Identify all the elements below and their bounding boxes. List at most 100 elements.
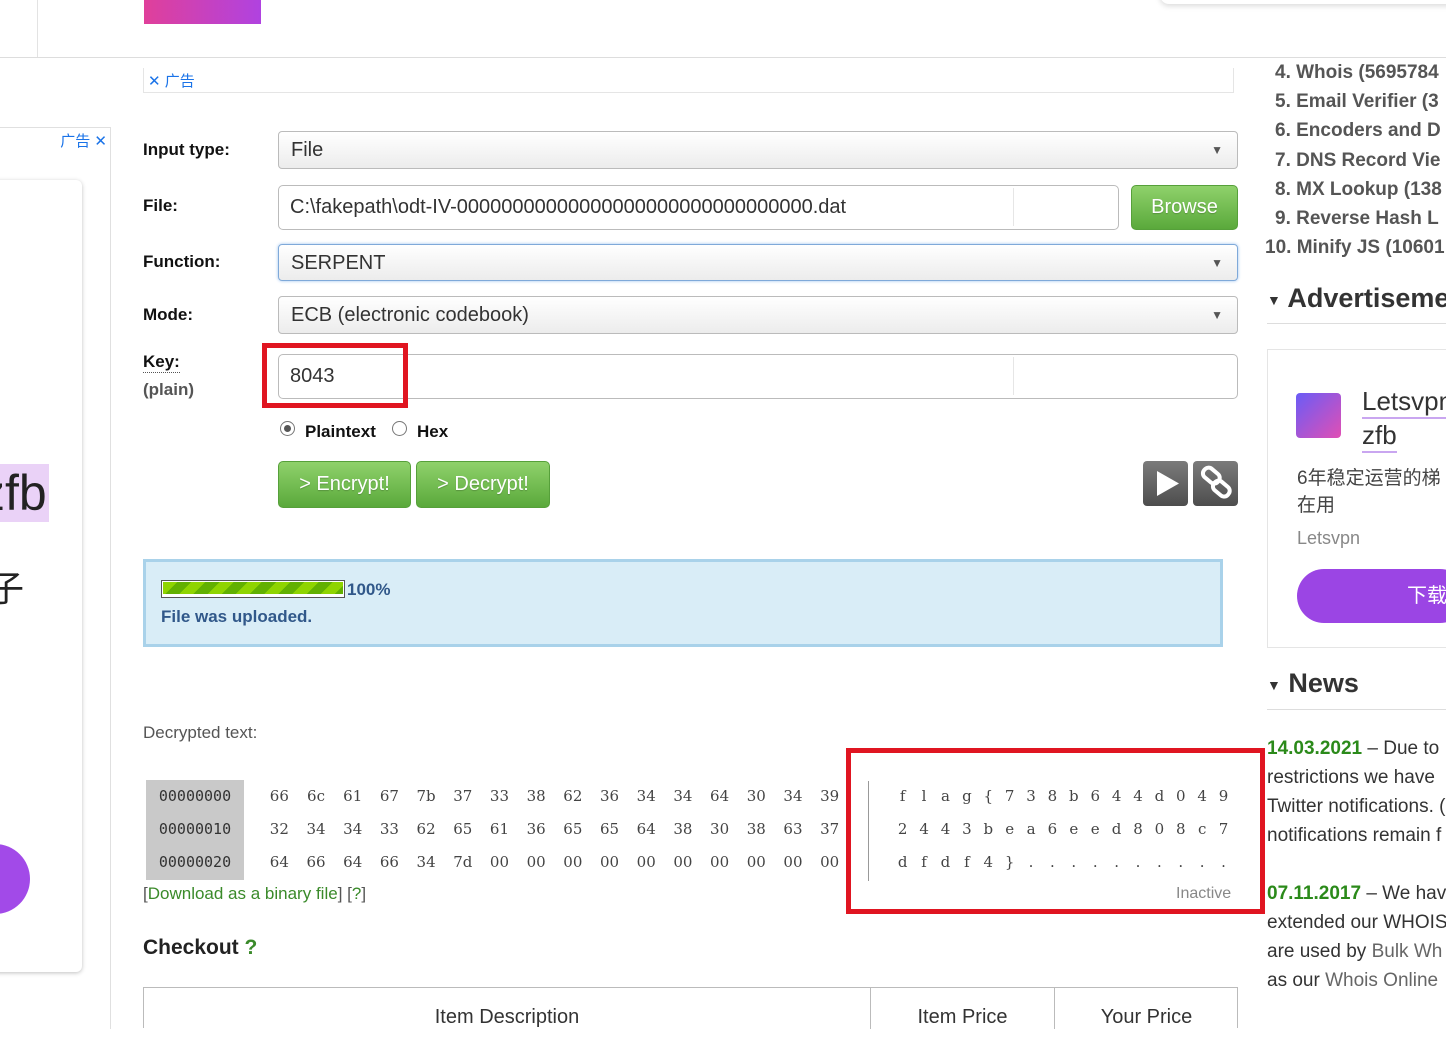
function-select[interactable]: SERPENT ▼ [278, 244, 1238, 281]
hex-byte: 38 [673, 820, 693, 838]
popular-tool-link[interactable]: 10. Minify JS (10601 [1265, 237, 1445, 259]
play-button[interactable] [1143, 461, 1188, 506]
mode-label: Mode: [143, 305, 194, 324]
table-header-cell: Item Description [434, 1006, 580, 1028]
browse-button[interactable]: Browse [1131, 185, 1238, 230]
hex-byte: 63 [783, 820, 803, 838]
top-left-cell [0, 0, 38, 57]
hex-byte: 61 [489, 820, 510, 838]
top-bar [0, 0, 1446, 58]
right-ad-desc: 6年稳定运营的梯 [1297, 468, 1441, 489]
mode-select[interactable]: ECB (electronic codebook) ▼ [278, 296, 1238, 334]
advertisement-heading: ▼ Advertiseme [1267, 283, 1446, 314]
hex-byte: 00 [526, 853, 546, 871]
mode-value: ECB (electronic codebook) [291, 304, 529, 326]
hex-byte: 00 [489, 853, 510, 871]
popular-tool-link[interactable]: 8. MX Lookup (138 [1275, 179, 1442, 201]
news-text: restrictions we have [1267, 767, 1435, 788]
hex-byte: 00 [746, 853, 766, 871]
hex-byte: 64 [710, 787, 730, 805]
hex-byte: 00 [673, 853, 693, 871]
upload-info-box: 100% File was uploaded. [143, 559, 1223, 647]
popular-tool-link[interactable]: 6. Encoders and D [1275, 120, 1441, 142]
hex-byte: 65 [453, 820, 473, 838]
top-search-pill[interactable] [1160, 0, 1446, 4]
checkout-help-link[interactable]: ? [245, 936, 258, 959]
left-ad-text: 子 [0, 568, 25, 609]
right-ad-desc: 在用 [1297, 495, 1336, 516]
download-binary-link[interactable]: Download as a binary file [148, 884, 338, 903]
download-help-link[interactable]: ? [352, 884, 361, 903]
divider [1267, 709, 1446, 710]
hex-byte: 64 [269, 853, 289, 871]
whois-online-link[interactable]: Whois Online [1325, 970, 1438, 991]
right-ad-download-button[interactable]: 下载 [1297, 569, 1446, 623]
news-text: – Due to [1362, 738, 1440, 759]
hex-byte: 38 [526, 787, 546, 805]
link-button[interactable] [1193, 461, 1238, 506]
hex-byte: 34 [673, 787, 693, 805]
decrypt-button[interactable]: > Decrypt! [416, 461, 550, 508]
ad-close-label[interactable]: ✕ 广告 [148, 70, 195, 91]
ad-label-text: 广告 [164, 73, 195, 90]
hex-byte: 33 [379, 820, 399, 838]
hex-byte: 62 [563, 787, 583, 805]
news-text: notifications remain f [1267, 825, 1442, 846]
hex-radio[interactable] [392, 421, 407, 436]
checkout-title: Checkout [143, 936, 239, 959]
hex-byte: 66 [379, 853, 399, 871]
right-ad-subtitle: zfb [1362, 420, 1397, 453]
plaintext-radio-label[interactable]: Plaintext [305, 422, 376, 442]
popular-tool-link[interactable]: 4. Whois (5695784 [1275, 62, 1439, 84]
table-header-cell: Item Price [870, 988, 1054, 1029]
checkout-table: Item Description Item Price Your Price [143, 987, 1238, 1029]
divider [1267, 323, 1446, 324]
hex-byte: 65 [563, 820, 583, 838]
hex-byte: 64 [636, 820, 656, 838]
encrypt-button[interactable]: > Encrypt! [278, 461, 411, 508]
key-sublabel: (plain) [143, 380, 194, 399]
news-text: are used by [1267, 941, 1372, 962]
chevron-down-icon: ▼ [1211, 308, 1223, 322]
hex-radio-label[interactable]: Hex [417, 422, 448, 442]
hex-byte: 64 [343, 853, 363, 871]
plaintext-radio[interactable] [280, 421, 295, 436]
right-ad-title: Letsvpn [1362, 386, 1446, 419]
offset-cell: 00000000 [158, 787, 232, 805]
input-type-select[interactable]: File ▼ [278, 131, 1238, 169]
hex-byte: 00 [599, 853, 620, 871]
key-input[interactable]: 8043 [278, 354, 1238, 399]
hex-byte: 34 [343, 820, 363, 838]
hex-row: 66 6c 61 67 7b 37 33 38 62 36 34 34 64 30 34 39 [261, 780, 851, 813]
bulk-whois-link[interactable]: Bulk Wh [1372, 941, 1443, 962]
offset-cell: 00000010 [158, 820, 232, 838]
top-banner-ad[interactable] [144, 0, 261, 24]
popular-tool-link[interactable]: 7. DNS Record Vie [1275, 150, 1440, 172]
input-type-value: File [291, 139, 324, 161]
right-ad-card[interactable]: Letsvpn zfb 6年稳定运营的梯 在用 Letsvpn 下载 [1267, 349, 1446, 648]
news-item: 07.11.2017 – We hav extended our WHOIS a… [1267, 879, 1446, 995]
news-date: 07.11.2017 [1267, 883, 1362, 904]
upload-progress-text: 100% [347, 580, 391, 599]
function-label: Function: [143, 252, 221, 271]
hex-byte: 32 [269, 820, 289, 838]
caret-down-icon: ▼ [1267, 676, 1281, 693]
offset-cell: 00000020 [158, 853, 232, 871]
hex-byte: 00 [710, 853, 730, 871]
hex-byte: 00 [563, 853, 583, 871]
chevron-down-icon: ▼ [1211, 143, 1223, 157]
field-divider [1013, 188, 1014, 226]
news-text: – We hav [1361, 883, 1446, 904]
hex-byte: 65 [599, 820, 620, 838]
file-path-field[interactable]: C:\fakepath\odt-IV-000000000000000000000… [278, 185, 1119, 230]
file-label: File: [143, 196, 178, 215]
popular-tool-link[interactable]: 5. Email Verifier (3 [1275, 91, 1439, 113]
news-item: 14.03.2021 – Due to restrictions we have… [1267, 734, 1446, 850]
hex-byte: 00 [636, 853, 656, 871]
hex-row: 32 34 34 33 62 65 61 36 65 65 64 38 30 38 63 37 [261, 813, 851, 846]
letsvpn-logo-icon [1296, 393, 1341, 438]
left-ad-close[interactable]: 广告 ✕ [60, 130, 107, 151]
hex-dump: 66 6c 61 67 7b 37 33 38 62 36 34 34 64 30 34 39 32 34 34 33… [261, 780, 851, 879]
input-type-label: Input type: [143, 140, 230, 159]
popular-tool-link[interactable]: 9. Reverse Hash L [1275, 208, 1439, 230]
